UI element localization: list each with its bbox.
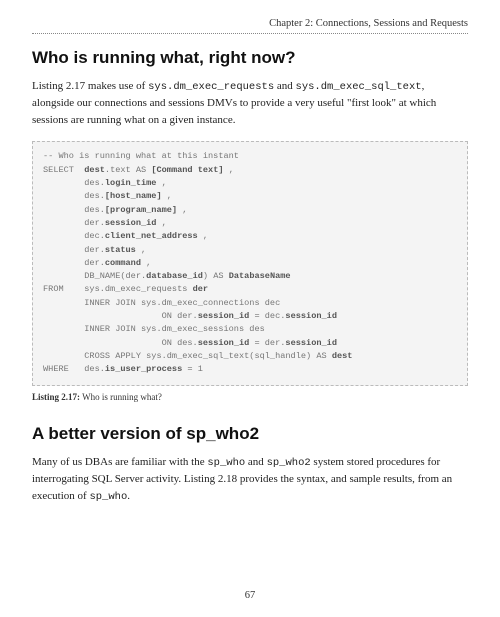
- text: Listing 2.17 makes use of: [32, 80, 148, 92]
- inline-code: sp_who2: [267, 457, 311, 469]
- text: and: [245, 456, 266, 468]
- section1-paragraph: Listing 2.17 makes use of sys.dm_exec_re…: [32, 78, 468, 129]
- inline-code: sys.dm_exec_requests: [148, 81, 274, 93]
- header-rule: [32, 33, 468, 34]
- inline-code: sp_who: [89, 491, 127, 503]
- section-heading-1: Who is running what, right now?: [32, 48, 468, 68]
- caption-label: Listing 2.17:: [32, 392, 80, 402]
- section-heading-2: A better version of sp_who2: [32, 424, 468, 444]
- text: and: [274, 80, 295, 92]
- caption-text: Who is running what?: [80, 392, 162, 402]
- listing-caption: Listing 2.17: Who is running what?: [32, 392, 468, 402]
- text: Many of us DBAs are familiar with the: [32, 456, 207, 468]
- text: .: [127, 490, 130, 502]
- section2-paragraph: Many of us DBAs are familiar with the sp…: [32, 454, 468, 506]
- code-listing: -- Who is running what at this instant S…: [32, 141, 468, 385]
- inline-code: sp_who: [207, 457, 245, 469]
- inline-code: sys.dm_exec_sql_text: [296, 81, 422, 93]
- page-number: 67: [0, 590, 500, 601]
- chapter-header: Chapter 2: Connections, Sessions and Req…: [32, 18, 468, 33]
